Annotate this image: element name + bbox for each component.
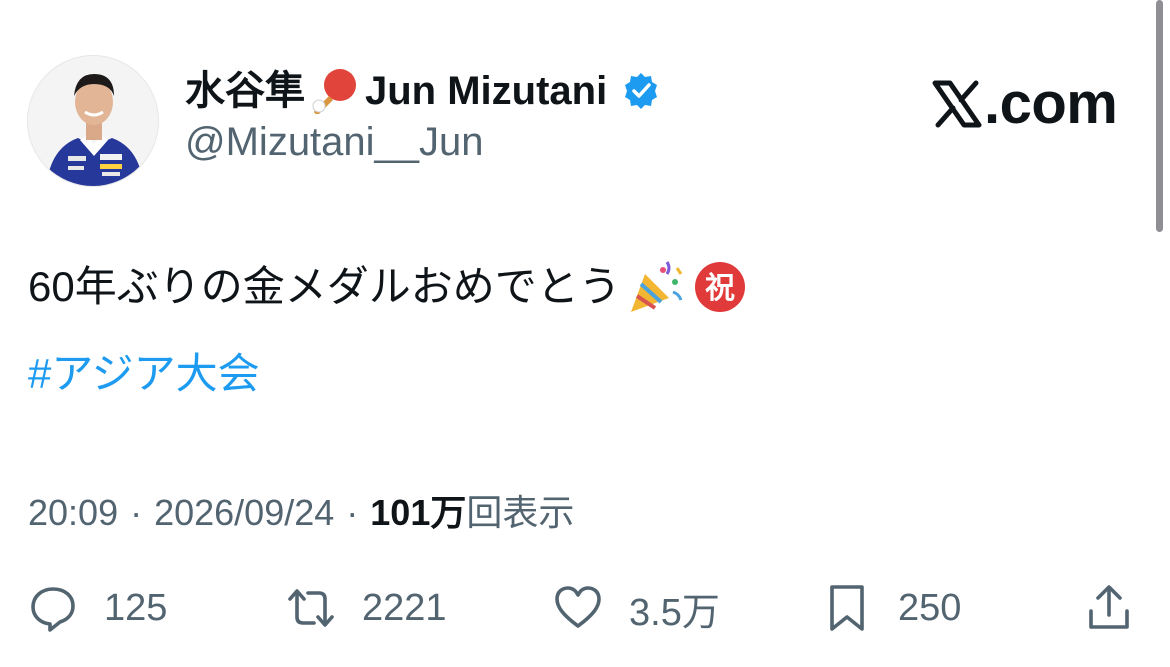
author-name-en: Jun Mizutani [365, 69, 608, 113]
ping-pong-icon [309, 66, 361, 116]
action-bar: 125 2221 3.5万 250 [0, 578, 1170, 638]
party-popper-icon [627, 258, 685, 316]
retweet-icon [288, 589, 334, 627]
reply-icon [31, 587, 75, 632]
meta-separator: · [346, 492, 359, 533]
author-display-name[interactable]: 水谷隼 Jun Mizutani [185, 63, 661, 119]
reply-count: 125 [104, 586, 168, 629]
tweet-screenshot: 水谷隼 Jun Mizutani @Mizutani__Jun .com 60年… [0, 0, 1170, 667]
x-domain-text: .com [984, 71, 1118, 136]
share-icon [1089, 585, 1129, 629]
like-count: 3.5万 [629, 591, 720, 634]
bookmark-count: 250 [898, 586, 962, 629]
tweet-text: 60年ぶりの金メダルおめでとう 祝 [28, 258, 749, 316]
views-label: 回表示 [466, 492, 575, 533]
meta-separator: · [130, 492, 143, 533]
tweet-meta: 20:09 · 2026/09/24 · 101万 回表示 [28, 484, 574, 536]
retweet-count: 2221 [362, 586, 447, 629]
x-brand: .com [932, 70, 1118, 137]
heart-icon [555, 586, 601, 628]
author-name-jp: 水谷隼 [185, 69, 305, 113]
congratulations-sign-icon: 祝 [691, 258, 749, 316]
tweet-time[interactable]: 20:09 [28, 492, 118, 534]
tweet-text-content: 60年ぶりの金メダルおめでとう [28, 262, 621, 310]
retweet-button[interactable]: 2221 [286, 578, 447, 638]
bookmark-icon [830, 585, 864, 631]
like-button[interactable]: 3.5万 [553, 578, 720, 638]
reply-button[interactable]: 125 [28, 578, 167, 638]
avatar[interactable] [27, 55, 159, 187]
x-logo-icon [932, 80, 982, 127]
verified-badge-icon [621, 71, 661, 111]
views-count[interactable]: 101万 [370, 484, 466, 536]
tweet-date[interactable]: 2026/09/24 [154, 492, 334, 534]
author-handle[interactable]: @Mizutani__Jun [185, 120, 484, 165]
hashtag-link[interactable]: #アジア大会 [28, 340, 260, 401]
avatar-photo [28, 56, 158, 186]
scrollbar[interactable] [1156, 0, 1163, 232]
share-button[interactable] [1084, 578, 1134, 638]
bookmark-button[interactable]: 250 [822, 578, 961, 638]
svg-text:祝: 祝 [705, 271, 735, 306]
